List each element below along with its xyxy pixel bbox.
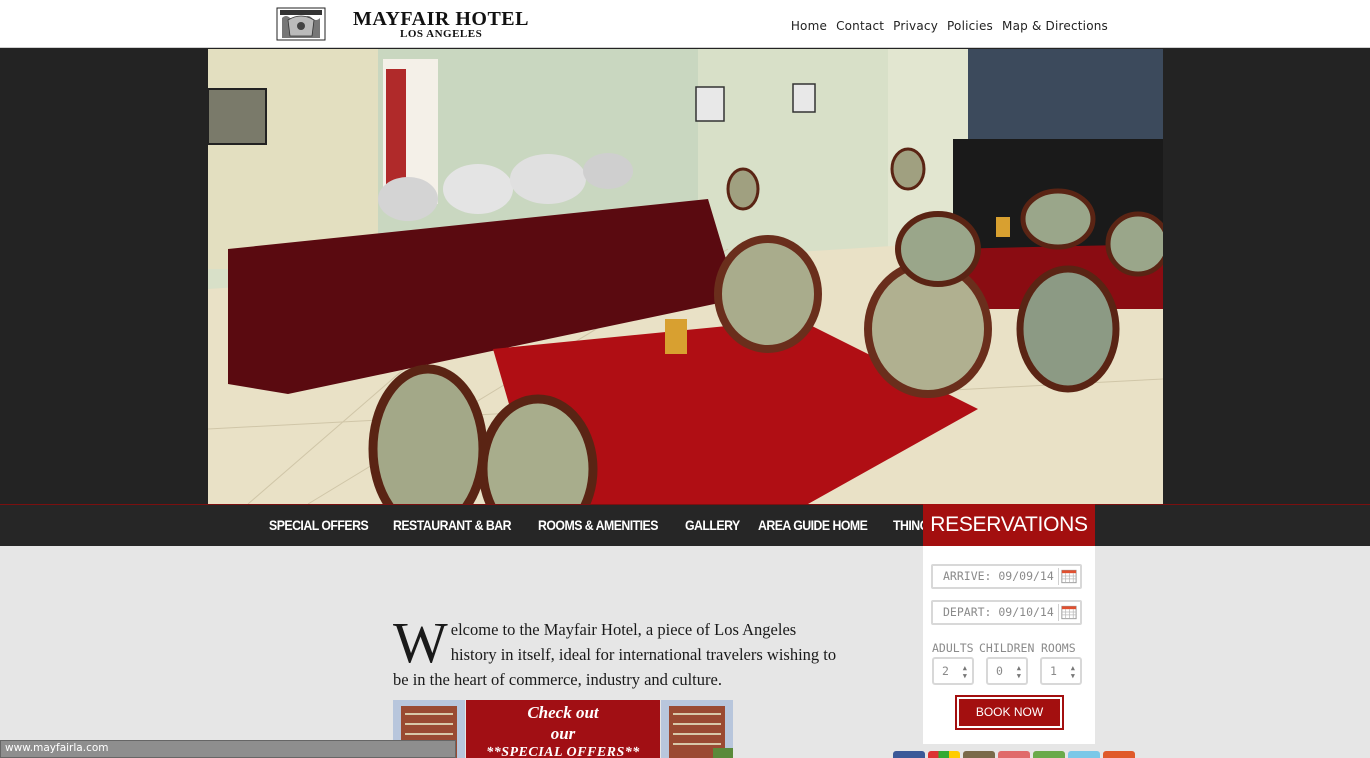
google-icon[interactable]	[928, 751, 960, 758]
adults-value: 2	[942, 664, 949, 678]
tripadvisor-icon[interactable]	[963, 751, 995, 758]
welcome-drop-cap: W	[393, 610, 448, 675]
top-nav-home[interactable]: Home	[791, 19, 827, 33]
nav-restaurant-bar[interactable]: RESTAURANT & BAR	[393, 517, 511, 533]
twitter-icon[interactable]	[1068, 751, 1100, 758]
depart-date-value: DEPART: 09/10/14	[943, 605, 1054, 619]
stepper-arrows-icon[interactable]: ▲ ▼	[963, 659, 967, 680]
hero-photo-restaurant	[208, 49, 1163, 504]
children-label: CHILDREN	[979, 641, 1035, 655]
top-nav-policies[interactable]: Policies	[947, 19, 993, 33]
reservations-panel: ARRIVE: 09/09/14 DEPART: 09/10/14 ADULTS…	[923, 546, 1095, 744]
top-nav-privacy[interactable]: Privacy	[893, 19, 938, 33]
browser-status-url: www.mayfairla.com	[0, 740, 456, 758]
depart-date-field[interactable]: DEPART: 09/10/14	[931, 600, 1082, 625]
reservations-title: RESERVATIONS	[923, 504, 1095, 546]
promo-line-3: **SPECIAL OFFERS**	[486, 745, 640, 758]
rooms-label: ROOMS	[1041, 641, 1076, 655]
top-nav: Home Contact Privacy Policies Map & Dire…	[782, 19, 1108, 33]
foursquare-icon[interactable]	[1033, 751, 1065, 758]
children-stepper[interactable]: 0 ▲ ▼	[986, 657, 1028, 685]
stepper-arrows-icon[interactable]: ▲ ▼	[1017, 659, 1021, 680]
hotel-city[interactable]: LOS ANGELES	[400, 28, 482, 40]
site-header: MAYFAIR HOTEL LOS ANGELES Home Contact P…	[0, 0, 1370, 48]
stepper-arrows-icon[interactable]: ▲ ▼	[1071, 659, 1075, 680]
welcome-paragraph: Welcome to the Mayfair Hotel, a piece of…	[393, 610, 843, 692]
rooms-stepper[interactable]: 1 ▲ ▼	[1040, 657, 1082, 685]
nav-area-guide-home[interactable]: AREA GUIDE HOME	[758, 517, 868, 533]
special-offers-text[interactable]: Check out our **SPECIAL OFFERS**	[466, 700, 660, 758]
calendar-icon[interactable]	[1058, 604, 1078, 621]
arrive-date-value: ARRIVE: 09/09/14	[943, 569, 1054, 583]
book-now-button[interactable]: BOOK NOW	[955, 695, 1064, 730]
children-value: 0	[996, 664, 1003, 678]
calendar-icon[interactable]	[1058, 568, 1078, 585]
facebook-icon[interactable]	[893, 751, 925, 758]
yelp-icon[interactable]	[998, 751, 1030, 758]
promo-line-1: Check out	[527, 703, 599, 722]
top-nav-contact[interactable]: Contact	[836, 19, 884, 33]
rss-icon[interactable]	[1103, 751, 1135, 758]
adults-label: ADULTS	[932, 641, 974, 655]
top-nav-map-directions[interactable]: Map & Directions	[1002, 19, 1108, 33]
hotel-building-image	[661, 700, 733, 758]
adults-stepper[interactable]: 2 ▲ ▼	[932, 657, 974, 685]
arrive-date-field[interactable]: ARRIVE: 09/09/14	[931, 564, 1082, 589]
rooms-value: 1	[1050, 664, 1057, 678]
nav-rooms-amenities[interactable]: ROOMS & AMENITIES	[538, 517, 658, 533]
main-nav: SPECIAL OFFERS RESTAURANT & BAR ROOMS & …	[0, 504, 1370, 546]
hotel-emblem-logo[interactable]	[276, 6, 326, 42]
nav-special-offers[interactable]: SPECIAL OFFERS	[269, 517, 369, 533]
promo-line-2: our	[550, 724, 576, 743]
nav-gallery[interactable]: GALLERY	[685, 517, 740, 533]
welcome-text: elcome to the Mayfair Hotel, a piece of …	[393, 620, 837, 689]
